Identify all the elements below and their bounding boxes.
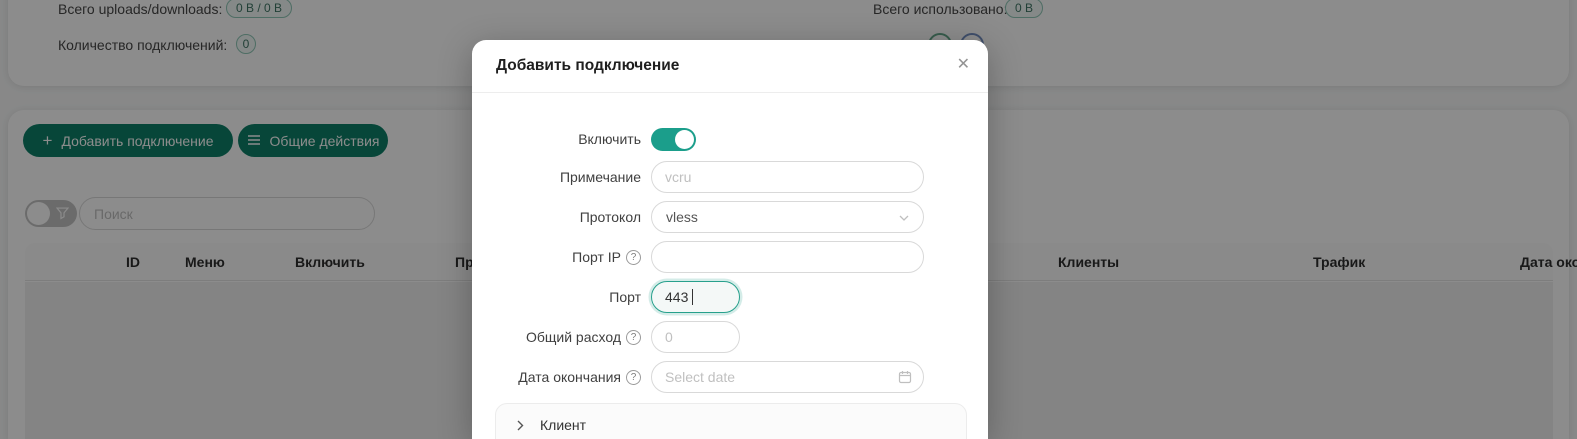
- help-icon[interactable]: ?: [626, 249, 641, 265]
- port-input[interactable]: [651, 281, 740, 313]
- protocol-label-text: Протокол: [579, 209, 641, 225]
- enable-label: Включить: [472, 123, 641, 155]
- expiry-date-input[interactable]: [651, 361, 924, 393]
- close-icon[interactable]: ✕: [957, 54, 970, 76]
- protocol-select[interactable]: vless: [651, 201, 924, 233]
- remark-label: Примечание: [472, 161, 641, 193]
- port-ip-label: Порт IP ?: [472, 241, 641, 273]
- expiry-date-field: [651, 361, 924, 393]
- protocol-label: Протокол: [472, 201, 641, 233]
- client-section-label: Клиент: [540, 417, 587, 433]
- total-flow-input[interactable]: [651, 321, 740, 353]
- toggle-knob: [675, 130, 694, 149]
- add-connection-modal: Добавить подключение ✕ Включить Примечан…: [472, 40, 988, 439]
- port-field-wrapper: [651, 281, 740, 313]
- enable-label-text: Включить: [578, 131, 641, 147]
- total-flow-label-text: Общий расход: [525, 329, 621, 345]
- remark-input[interactable]: [651, 161, 924, 193]
- port-ip-label-text: Порт IP: [572, 249, 621, 265]
- enable-toggle[interactable]: [651, 128, 696, 151]
- modal-title: Добавить подключение: [496, 57, 680, 74]
- port-label: Порт: [472, 281, 641, 313]
- port-label-text: Порт: [609, 289, 641, 305]
- remark-label-text: Примечание: [559, 169, 641, 185]
- protocol-selected-value: vless: [666, 209, 698, 225]
- expiry-date-label: Дата окончания ?: [472, 361, 641, 393]
- modal-header-divider: [472, 92, 988, 93]
- port-ip-input[interactable]: [651, 241, 924, 273]
- help-icon[interactable]: ?: [626, 329, 641, 345]
- client-collapse-panel[interactable]: Клиент: [495, 403, 967, 439]
- expiry-date-label-text: Дата окончания: [518, 369, 621, 385]
- total-flow-label: Общий расход ?: [472, 321, 641, 353]
- help-icon[interactable]: ?: [626, 369, 641, 385]
- connections-page: Всего uploads/downloads: 0 B / 0 B Всего…: [0, 0, 1577, 439]
- text-cursor: [692, 289, 693, 305]
